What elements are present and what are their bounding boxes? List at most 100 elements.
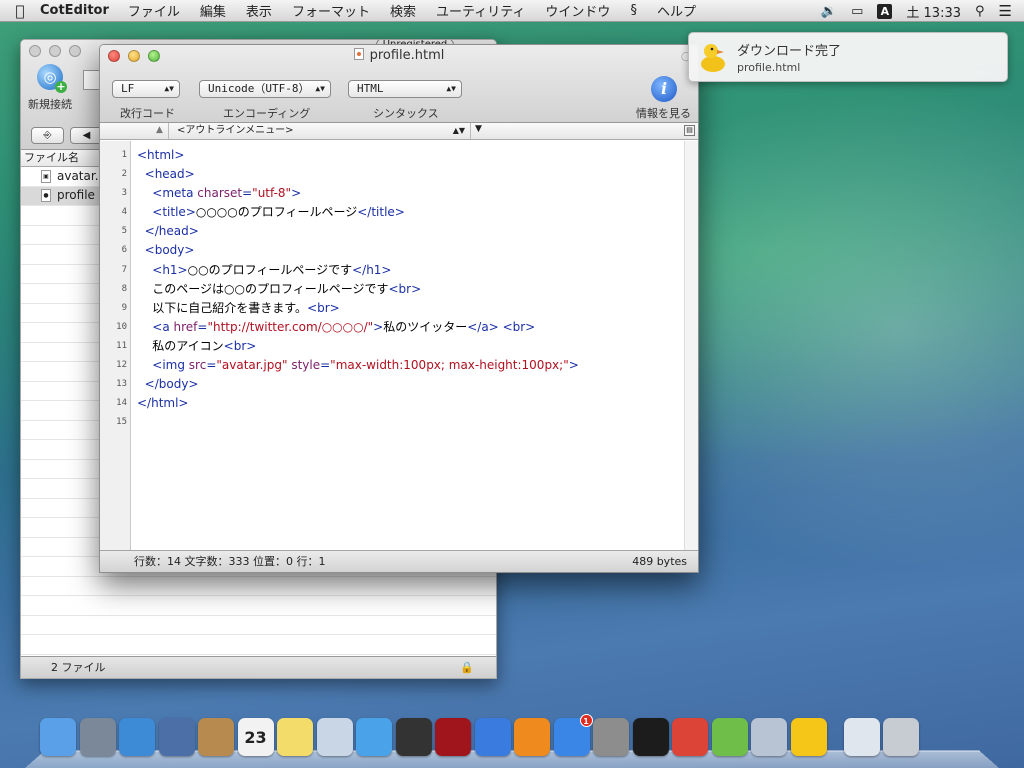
line-number: 7 — [121, 264, 127, 275]
info-icon[interactable]: i — [651, 76, 677, 102]
coteditor-icon[interactable] — [711, 718, 748, 756]
facetime-icon[interactable] — [395, 718, 432, 756]
spotlight-icon[interactable]: ⚲ — [975, 4, 985, 19]
encoding-value: Unicode（UTF-8） — [208, 82, 310, 95]
cyberduck-icon[interactable] — [790, 718, 827, 756]
line-number: 6 — [121, 245, 127, 256]
menu-window[interactable]: ウインドウ — [545, 1, 610, 20]
code-token: "http://twitter.com/○○○○/" — [207, 319, 374, 334]
code-token: "avatar.jpg" — [216, 358, 288, 373]
code-token: <body> — [144, 243, 195, 258]
new-connection-globe-icon[interactable]: ◎ + — [37, 64, 67, 93]
calendar-icon[interactable]: 23 — [237, 718, 274, 756]
messages-icon[interactable] — [356, 718, 392, 756]
code-line: <body> — [137, 241, 686, 260]
notes-icon[interactable] — [277, 718, 313, 756]
code-text-view[interactable]: <html> <head> <meta charset="utf-8"> <ti… — [131, 141, 686, 552]
minimize-button[interactable] — [49, 45, 61, 57]
menu-view[interactable]: 表示 — [246, 1, 272, 20]
menu-find[interactable]: 検索 — [390, 1, 416, 20]
preview-icon[interactable] — [316, 718, 353, 756]
window-title: profile.html — [100, 48, 698, 63]
menu-format[interactable]: フォーマット — [292, 1, 370, 20]
code-token: </head> — [144, 224, 199, 239]
chrome-icon[interactable] — [672, 718, 708, 756]
new-connection-label[interactable]: 新規接続 — [28, 96, 72, 112]
ibooks-icon[interactable] — [514, 718, 550, 756]
volume-icon[interactable]: 🔉 — [821, 4, 837, 19]
menu-edit[interactable]: 編集 — [200, 1, 226, 20]
info-label[interactable]: 情報を見る — [636, 105, 691, 121]
bookmarks-button[interactable]: ⎆ — [31, 127, 64, 144]
outline-menu-label: <アウトラインメニュー> — [177, 125, 294, 136]
window-controls — [29, 45, 81, 57]
battery-icon[interactable]: ▭ — [851, 4, 863, 19]
contacts-icon[interactable] — [198, 718, 234, 756]
line-number: 9 — [121, 302, 127, 313]
zoom-button[interactable] — [69, 45, 81, 57]
mail-icon[interactable] — [158, 718, 195, 756]
code-line: このページは○○のプロフィールページです<br> — [137, 280, 686, 299]
lock-icon[interactable]: 🔒 — [460, 661, 474, 674]
outline-menu[interactable]: <アウトラインメニュー> ▲▼ — [168, 123, 471, 139]
code-line: <a href="http://twitter.com/○○○○/">私のツイッ… — [137, 318, 686, 337]
code-token: <h1> — [152, 262, 188, 277]
line-number: 4 — [121, 207, 127, 218]
input-source-icon[interactable]: A — [877, 3, 893, 19]
code-token: > — [291, 186, 302, 201]
vertical-scrollbar[interactable] — [684, 141, 698, 552]
encoding-popup[interactable]: Unicode（UTF-8） ▲▼ — [199, 80, 331, 98]
script-menu-icon[interactable]: § — [630, 3, 637, 18]
itunes-icon[interactable] — [474, 718, 511, 756]
app-store-icon[interactable]: 1 — [553, 714, 593, 756]
menu-file[interactable]: ファイル — [128, 1, 180, 20]
coteditor-window: profile.html ◯ LF ▲▼ Unicode（UTF-8） ▲▼ HTM… — [99, 44, 699, 573]
preferences-gear-icon[interactable] — [751, 718, 787, 756]
split-view-icon[interactable]: ▤ — [684, 125, 695, 136]
next-item-icon[interactable]: ▼ — [475, 124, 482, 134]
menu-help[interactable]: ヘルプ — [657, 1, 696, 20]
line-number: 13 — [116, 379, 127, 390]
notification-center-icon[interactable]: ☰ — [999, 2, 1012, 20]
photobooth-icon[interactable] — [435, 718, 471, 756]
code-token: <img — [152, 358, 189, 373]
clock[interactable]: 土 13:33 — [906, 2, 961, 21]
code-token: <br> — [223, 338, 257, 353]
app-menu[interactable]: CotEditor — [40, 3, 109, 18]
popup-arrows-icon: ▲▼ — [452, 126, 465, 135]
status-bar: 行数：14 文字数：333 位置：0 行：1 489 bytes — [100, 550, 698, 572]
code-token: style — [291, 358, 321, 373]
code-token: = — [206, 358, 217, 373]
empty-row — [21, 616, 496, 635]
code-token: </h1> — [352, 262, 392, 277]
downloads-stack-icon[interactable] — [843, 718, 880, 756]
terminal-icon[interactable] — [632, 718, 669, 756]
prev-item-icon[interactable]: ▲ — [156, 125, 163, 135]
safari-icon[interactable] — [119, 718, 155, 756]
popup-arrows-icon: ▲▼ — [446, 84, 456, 93]
system-preferences-icon[interactable] — [593, 718, 629, 756]
dock-icons: 23 1 — [40, 714, 919, 756]
line-ending-popup[interactable]: LF ▲▼ — [112, 80, 180, 98]
code-line: <meta charset="utf-8"> — [137, 184, 686, 203]
update-badge: 1 — [579, 714, 593, 727]
code-token: "max-width:100px; max-height:100px;" — [330, 358, 569, 373]
code-token: </body> — [144, 377, 199, 392]
line-number: 10 — [116, 321, 127, 332]
trash-icon[interactable] — [883, 718, 919, 756]
popup-arrows-icon: ▲▼ — [315, 84, 325, 93]
finder-icon[interactable] — [40, 718, 76, 756]
menu-utility[interactable]: ユーティリティ — [436, 1, 525, 20]
file-name: avatar. — [57, 168, 99, 183]
launchpad-icon[interactable] — [79, 718, 116, 756]
close-button[interactable] — [29, 45, 41, 57]
editor-area[interactable]: 1 2 3 4 5 6 7 8 9 10 11 12 13 14 15 <html> <head> <met… — [100, 141, 686, 552]
apple-menu-icon[interactable]:  — [0, 2, 40, 20]
code-token: <head> — [144, 167, 195, 182]
syntax-popup[interactable]: HTML ▲▼ — [348, 80, 462, 98]
download-notification[interactable]: ダウンロード完了 profile.html — [688, 32, 1008, 82]
